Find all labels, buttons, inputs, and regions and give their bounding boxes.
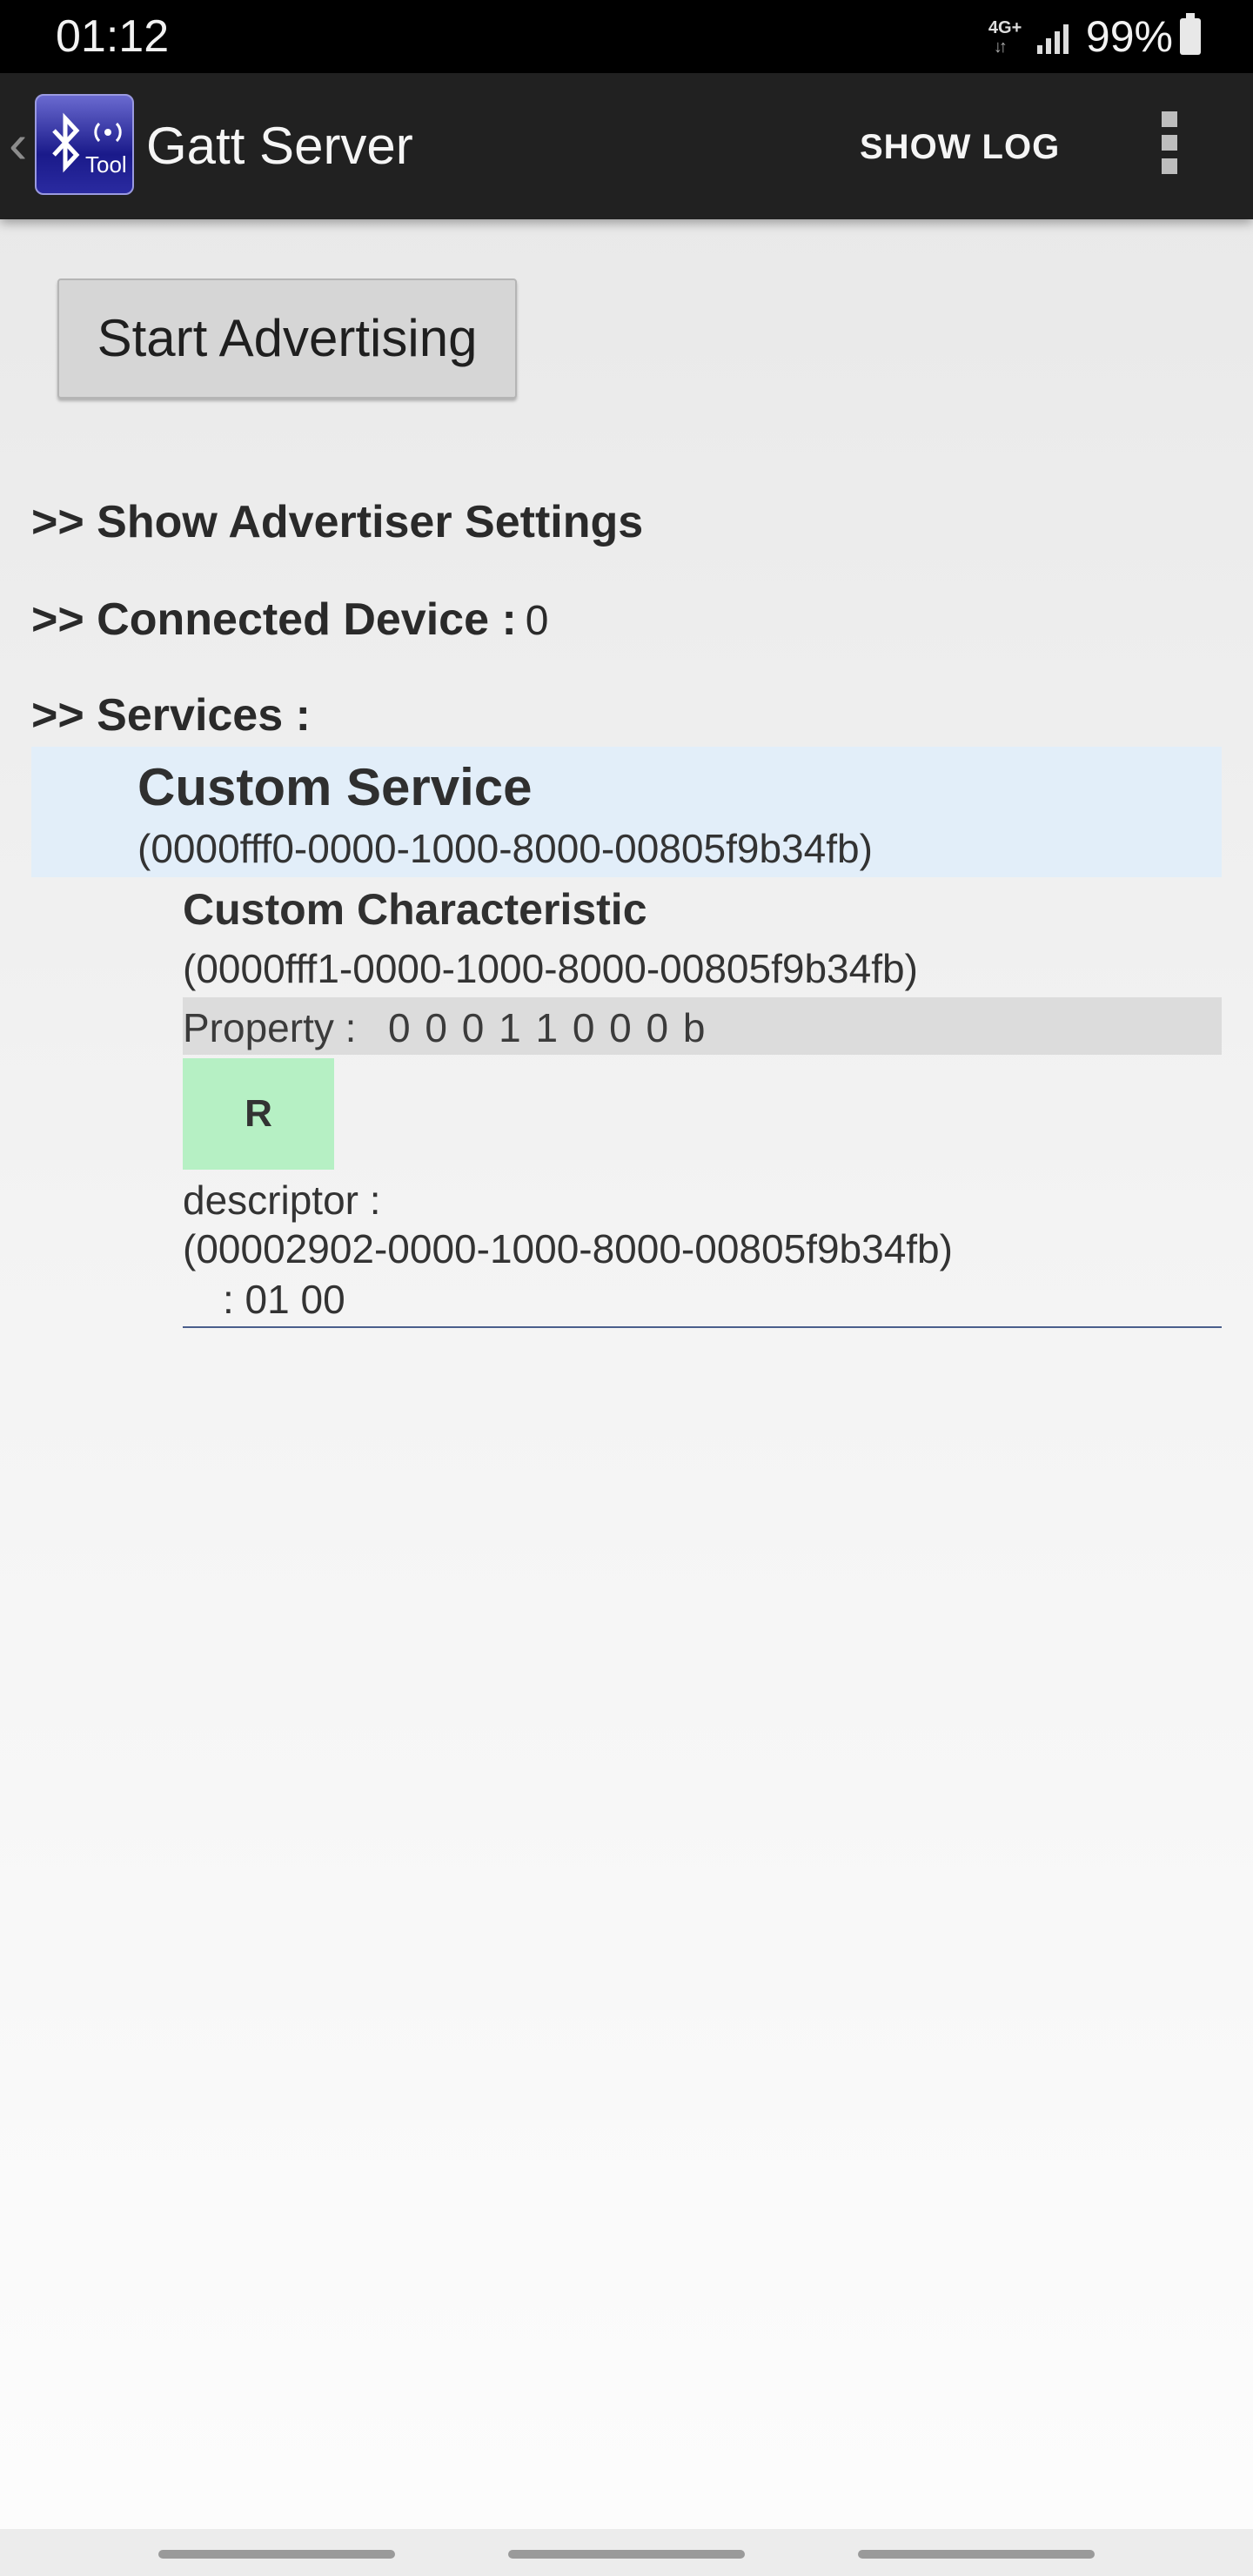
- show-advertiser-settings-link[interactable]: >> Show Advertiser Settings: [31, 496, 643, 548]
- characteristic-name: Custom Characteristic: [183, 885, 647, 934]
- service-uuid: (0000fff0-0000-1000-8000-00805f9b34fb): [137, 826, 873, 871]
- battery-icon: [1180, 13, 1201, 55]
- connected-device-row: >> Connected Device :0: [31, 594, 548, 646]
- svg-text:Tool: Tool: [85, 151, 127, 178]
- status-icons: 4G+ ↓↑ 99%: [988, 12, 1201, 61]
- service-name: Custom Service: [137, 758, 533, 816]
- navigation-bar: [0, 2529, 1253, 2576]
- characteristic-uuid: (0000fff1-0000-1000-8000-00805f9b34fb): [183, 946, 918, 991]
- back-chevron-icon[interactable]: ‹: [9, 111, 27, 176]
- network-type-icon: 4G+ ↓↑: [988, 18, 1022, 57]
- app-title: Gatt Server: [146, 117, 413, 175]
- recent-apps-handle[interactable]: [158, 2550, 395, 2559]
- descriptor-label: descriptor :: [183, 1177, 381, 1223]
- app-bar: ‹ Tool Gatt Server SHOW LOG: [0, 73, 1253, 219]
- status-time: 01:12: [56, 11, 170, 62]
- descriptor-divider: [183, 1326, 1222, 1328]
- status-bar: 01:12 4G+ ↓↑ 99%: [0, 0, 1253, 73]
- service-item[interactable]: Custom Service (0000fff0-0000-1000-8000-…: [31, 747, 1222, 877]
- descriptor-value: : 01 00: [223, 1277, 345, 1322]
- property-row: Property : 0 0 0 1 1 0 0 0 b: [183, 997, 1222, 1055]
- back-handle[interactable]: [858, 2550, 1095, 2559]
- overflow-menu-icon[interactable]: [1157, 111, 1182, 181]
- battery-percent: 99%: [1085, 12, 1173, 61]
- read-button[interactable]: R: [183, 1058, 334, 1170]
- show-log-button[interactable]: SHOW LOG: [860, 127, 1060, 167]
- connected-device-label: >> Connected Device :: [31, 594, 517, 645]
- start-advertising-button[interactable]: Start Advertising: [57, 278, 517, 399]
- property-value: 0 0 0 1 1 0 0 0 b: [388, 1005, 707, 1050]
- home-handle[interactable]: [508, 2550, 745, 2559]
- connected-device-count: 0: [525, 598, 549, 644]
- descriptor-uuid: (00002902-0000-1000-8000-00805f9b34fb): [183, 1226, 953, 1271]
- app-logo-icon[interactable]: Tool: [35, 94, 134, 195]
- property-label: Property :: [183, 1005, 357, 1050]
- signal-strength-icon: [1036, 19, 1072, 54]
- services-header: >> Services :: [31, 690, 311, 741]
